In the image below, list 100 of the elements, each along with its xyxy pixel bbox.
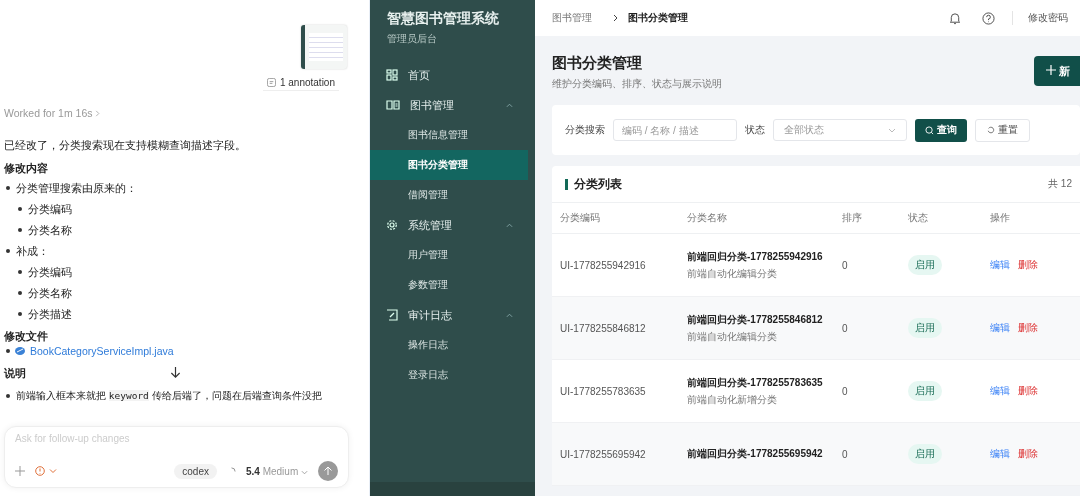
edit-link[interactable]: 编辑 — [990, 321, 1010, 335]
plus-icon — [1045, 64, 1056, 75]
nav-subitem[interactable]: 登录日志 — [370, 360, 528, 390]
breadcrumb-link[interactable]: 图书管理 — [552, 11, 592, 25]
bullet-icon — [6, 394, 10, 398]
table-cell-text: 0 — [842, 385, 849, 397]
record-count: 共 12 — [1048, 177, 1072, 191]
table-cell-text: UI-1778255695942 — [560, 448, 647, 460]
column-header: 分类编码 — [560, 211, 601, 225]
bullet-text: 分类名称 — [28, 286, 72, 300]
table-cell-text: UI-1778255783635 — [560, 385, 647, 397]
agent-chip[interactable]: codex — [174, 463, 217, 479]
help-icon[interactable] — [982, 11, 995, 25]
table-cell-text: UI-1778255846812 — [560, 322, 647, 334]
app-subtitle: 管理员后台 — [386, 32, 438, 46]
add-button[interactable]: 新 — [1033, 56, 1080, 86]
nav-item[interactable]: 首页 — [370, 60, 535, 90]
table-cell-text: 0 — [842, 259, 849, 271]
search-label: 分类搜索 — [565, 123, 605, 137]
nav-subitem[interactable]: 图书信息管理 — [370, 120, 528, 150]
column-header: 状态 — [908, 211, 929, 225]
category-name: 前端回归分类-1778255846812 — [687, 313, 824, 327]
change-password-link[interactable]: 修改密码 — [1028, 11, 1068, 25]
nav-subitem[interactable]: 用户管理 — [370, 240, 528, 270]
nav-subitem[interactable]: 借阅管理 — [370, 180, 528, 210]
bullet-icon — [6, 186, 10, 190]
edit-link[interactable]: 编辑 — [990, 258, 1010, 272]
bullet-icon — [18, 291, 22, 295]
category-description: 前端自动化编辑分类 — [687, 330, 778, 344]
bullet-icon — [6, 349, 10, 353]
status-tag: 启用 — [908, 318, 942, 338]
bullet-text: 分类编码 — [28, 265, 72, 279]
nav-item[interactable]: 审计日志 — [370, 300, 535, 330]
category-name: 前端回归分类-1778255942916 — [687, 250, 824, 264]
query-button[interactable]: 查询 — [915, 118, 967, 142]
delete-link[interactable]: 删除 — [1018, 384, 1038, 398]
table-cell-text: 0 — [842, 322, 849, 334]
table-title: 分类列表 — [573, 176, 622, 192]
bullet-icon — [18, 312, 22, 316]
send-button[interactable] — [318, 461, 338, 481]
category-name: 前端回归分类-1778255783635 — [687, 376, 824, 390]
page-subtitle: 维护分类编码、排序、状态与展示说明 — [552, 77, 722, 91]
file-icon — [15, 346, 25, 356]
edit-link[interactable]: 编辑 — [990, 384, 1010, 398]
status-label: 状态 — [745, 123, 765, 137]
search-field[interactable]: 编码 / 名称 / 描述 — [613, 119, 737, 141]
delete-link[interactable]: 删除 — [1018, 258, 1038, 272]
plus-icon[interactable] — [15, 466, 25, 476]
app-title: 智慧图书管理系统 — [386, 10, 500, 28]
breadcrumb-current: 图书分类管理 — [628, 11, 688, 25]
chevron-right-icon — [95, 110, 101, 117]
column-header: 操作 — [990, 211, 1011, 225]
category-description: 前端自动化编辑分类 — [687, 267, 778, 281]
nav-item[interactable]: 系统管理 — [370, 210, 535, 240]
book-icon — [386, 99, 400, 111]
bullet-icon — [6, 249, 10, 253]
file-link[interactable]: BookCategoryServiceImpl.java — [30, 344, 174, 358]
nav-subitem[interactable]: 操作日志 — [370, 330, 528, 360]
column-header: 排序 — [842, 211, 863, 225]
section-heading: 修改内容 — [4, 162, 48, 176]
log-icon — [386, 309, 398, 321]
chevron-down-icon — [301, 469, 308, 475]
chevron-down-icon — [888, 127, 896, 133]
bullet-icon — [18, 228, 22, 232]
model-selector[interactable]: 5.4 Medium — [245, 465, 308, 477]
edit-link[interactable]: 编辑 — [990, 447, 1010, 461]
delete-link[interactable]: 删除 — [1018, 447, 1038, 461]
reset-button[interactable]: 重置 — [975, 118, 1030, 142]
grid-icon — [386, 69, 398, 81]
status-tag: 启用 — [908, 255, 942, 275]
bullet-text: 分类名称 — [28, 223, 72, 237]
bullet-text: 前端输入框本来就把 keyword 传给后端了，问题在后端查询条件没把 — [16, 389, 322, 403]
column-header: 分类名称 — [687, 211, 728, 225]
bell-icon[interactable] — [949, 11, 961, 25]
annotation-chip[interactable]: 1 annotation — [262, 75, 339, 91]
table-cell-text: 0 — [842, 448, 849, 460]
screenshot-thumbnail[interactable] — [301, 25, 347, 69]
category-name: 前端回归分类-1778255695942 — [687, 447, 824, 461]
chevron-right-icon — [613, 14, 619, 22]
bullet-text: 分类管理搜索由原来的： — [16, 181, 137, 195]
delete-link[interactable]: 删除 — [1018, 321, 1038, 335]
page-title: 图书分类管理 — [552, 54, 643, 73]
nav-subitem[interactable]: 图书分类管理 — [370, 150, 528, 180]
warning-dropdown-icon[interactable] — [35, 466, 57, 476]
table-cell-text: UI-1778255942916 — [560, 259, 647, 271]
bullet-text: 分类描述 — [28, 307, 72, 321]
nav-item[interactable]: 图书管理 — [370, 90, 535, 120]
message-text: 已经改了，分类搜索现在支持模糊查询描述字段。 — [4, 139, 247, 153]
refresh-icon — [987, 126, 995, 134]
status-tag: 启用 — [908, 444, 942, 464]
category-description: 前端自动化新增分类 — [687, 393, 778, 407]
status-tag: 启用 — [908, 381, 942, 401]
bullet-text: 分类编码 — [28, 202, 72, 216]
bullet-icon — [18, 270, 22, 274]
bullet-icon — [18, 207, 22, 211]
arrow-up-icon — [323, 466, 333, 476]
scroll-down-icon[interactable] — [170, 366, 181, 379]
section-heading: 修改文件 — [4, 330, 48, 344]
note-icon — [266, 78, 276, 87]
nav-subitem[interactable]: 参数管理 — [370, 270, 528, 300]
